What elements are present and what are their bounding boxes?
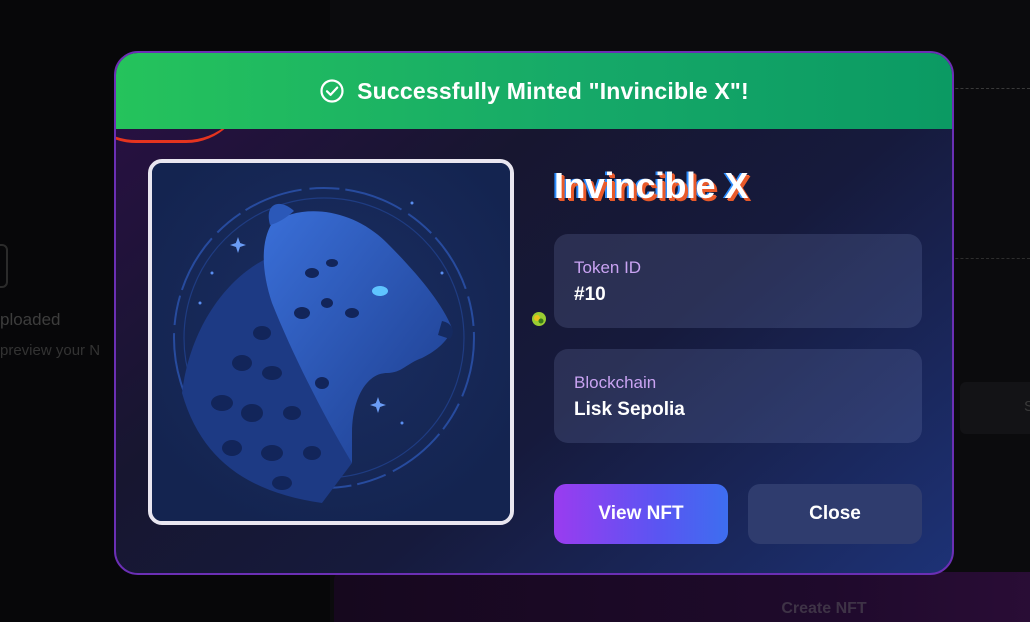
background-preview-hint: preview your N	[0, 342, 101, 359]
nft-name-heading: Invincible X	[554, 165, 749, 206]
blockchain-label: Blockchain	[574, 373, 657, 392]
close-button[interactable]: Close	[748, 484, 922, 544]
blockchain-card: Blockchain Lisk Sepolia	[554, 349, 922, 443]
create-nft-label: Create NFT	[781, 600, 867, 617]
check-circle-icon	[319, 78, 345, 104]
background-input-field	[960, 382, 1030, 434]
leopard-artwork	[152, 163, 510, 521]
token-id-card: Token ID #10	[554, 234, 922, 328]
token-id-value: #10	[574, 284, 606, 305]
blockchain-value: Lisk Sepolia	[574, 399, 685, 420]
create-nft-button: Create NFT	[334, 572, 1030, 622]
view-nft-button[interactable]: View NFT	[554, 484, 728, 544]
mint-success-modal: Successfully Minted "Invincible X"! Invi…	[114, 51, 954, 575]
nft-image	[148, 159, 514, 525]
cursor-sparkle-icon	[530, 310, 548, 328]
token-id-label: Token ID	[574, 258, 642, 277]
success-message: Successfully Minted "Invincible X"!	[357, 77, 749, 104]
background-field-text: S	[1024, 398, 1030, 415]
background-upload-status: ploaded	[0, 310, 61, 329]
success-banner: Successfully Minted "Invincible X"!	[116, 53, 952, 129]
upload-icon	[0, 244, 8, 288]
